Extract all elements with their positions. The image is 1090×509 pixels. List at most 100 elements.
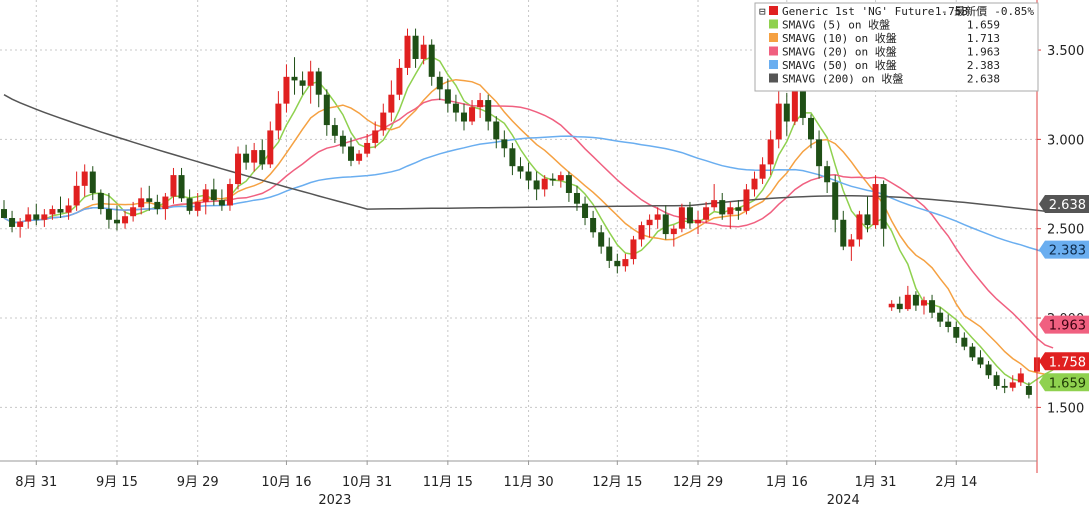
x-tick-label: 10月 16 [261,475,311,490]
candle [751,171,758,197]
candle [315,67,322,108]
candle [590,210,597,238]
candle-body [969,346,976,358]
candle-body [138,198,145,208]
legend-value: 2.638 [967,73,1000,86]
candle [267,121,274,168]
legend-swatch [769,46,778,56]
candle-body [509,148,516,167]
value-tag: 2.638 [1039,195,1089,214]
candle-body [251,150,258,163]
sma-200-line [3,94,1054,213]
candle-body [549,178,556,181]
candle [1001,378,1008,394]
y-tick-label: 1.500 [1047,401,1084,416]
candle-body [493,121,500,140]
candle-body [17,221,24,227]
candle [25,207,32,229]
candle [1,200,7,218]
candle-body [186,198,193,211]
candle-body [428,44,435,77]
candle [695,210,702,235]
candle [452,94,459,122]
y-tick-label: 3.500 [1047,44,1084,59]
candle-body [719,200,726,215]
x-tick-label: 11月 15 [423,475,473,490]
value-tag-label: 1.659 [1049,376,1086,391]
candle [759,157,766,185]
candle-body [444,89,451,104]
candle [412,28,419,68]
legend-label: SMAVG (200) on 收盤 [782,72,903,86]
legend-value: 1.659 [967,19,1000,32]
candlestick-chart: 1.5002.0002.5003.0003.5008月 319月 159月 29… [0,0,1089,508]
candle-body [452,103,459,113]
candle-body [299,80,306,86]
candle-body [420,44,427,59]
year-label: 2023 [318,493,351,508]
candle [477,92,484,118]
legend-label: SMAVG (5) on 收盤 [782,18,890,32]
candle-body [630,239,637,260]
candle [767,130,774,176]
candle-body [146,198,153,202]
candle-body [961,337,968,347]
candle-body [767,139,774,165]
candle-body [380,112,387,131]
candle-body [517,166,524,172]
candle-body [977,357,984,365]
candle-body [896,303,903,310]
candle-body [267,130,274,165]
candle [226,178,233,211]
candle [428,39,435,86]
candle-body [775,103,782,140]
candle [775,85,782,149]
candle [872,175,879,229]
candle-body [929,300,936,313]
candle-body [638,225,645,240]
candle-body [590,217,597,233]
candle-body [364,142,371,154]
candle-body [356,153,363,161]
legend-handle-icon: ⊟ [759,5,766,18]
candle-body [880,184,887,229]
candle-body [888,303,895,308]
candle [307,60,314,104]
candle-body [565,175,572,193]
candle [638,221,645,247]
candle [993,371,1000,390]
candle [937,307,944,327]
x-tick-label: 12月 15 [592,475,642,490]
candle [557,171,564,188]
candle [598,225,605,254]
candle-body [614,260,621,267]
candle [969,343,976,361]
legend-swatch [769,33,778,42]
x-tick-label: 11月 30 [503,475,553,490]
candle-body [33,214,40,220]
candle [719,192,726,220]
candle [961,332,968,351]
candle-body [678,207,685,229]
candle [735,200,742,220]
candle [235,146,242,190]
candle-body [759,164,766,179]
candle [323,89,330,136]
value-tag-label: 2.383 [1049,244,1086,259]
candle-body [735,207,742,211]
candle [380,103,387,136]
legend-value: 2.383 [967,59,1000,72]
candle-body [686,207,693,224]
candle-body [945,321,952,327]
candle [73,171,80,211]
candle-body [953,326,960,338]
candle [614,253,621,274]
candle [291,57,298,95]
candle [469,100,476,126]
value-tag-label: 2.638 [1049,198,1086,213]
candle [41,209,48,227]
candle-body [105,209,112,220]
candle-body [848,239,855,247]
candle [816,130,823,179]
candle-body [460,112,467,122]
